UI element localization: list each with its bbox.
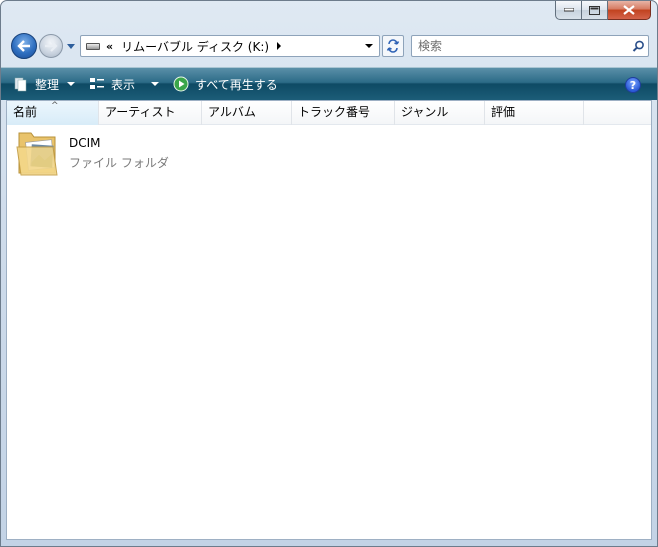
search-input[interactable] [412,37,628,55]
refresh-icon [386,39,400,53]
command-toolbar: 整理 表示 すべて再生する ? [1,67,657,100]
column-header-rating[interactable]: 評価 [485,101,584,125]
breadcrumb-removable-disk[interactable]: リムーバブル ディスク (K:) [121,38,269,55]
column-header-name[interactable]: 名前 ^ [7,101,99,125]
file-list-view: 名前 ^ アーティスト アルバム トラック番号 ジャンル 評価 DCIM ファイ… [6,100,652,540]
back-arrow-icon [17,40,30,52]
item-name: DCIM [69,136,101,150]
search-icon[interactable] [628,40,648,53]
column-header-artist[interactable]: アーティスト [99,101,202,125]
chevron-down-icon [151,82,160,86]
help-icon[interactable]: ? [625,77,641,93]
folder-icon [15,127,63,176]
view-label: 表示 [111,77,136,92]
organize-button[interactable]: 整理 [13,73,76,95]
column-label-track-number: トラック番号 [298,105,371,119]
item-type: ファイル フォルダ [69,156,169,170]
close-icon [623,5,635,15]
play-all-label: すべて再生する [195,77,278,92]
forward-button[interactable] [39,34,63,58]
column-label-album: アルバム [208,105,256,119]
caption-buttons [555,1,651,20]
minimize-button[interactable] [555,1,582,20]
refresh-button[interactable] [382,35,404,57]
organize-label: 整理 [35,77,60,92]
column-label-artist: アーティスト [105,105,176,119]
breadcrumb-arrow-icon[interactable] [277,42,282,50]
address-overflow-chevron[interactable]: « [106,40,113,53]
forward-arrow-icon [45,40,58,52]
column-label-rating: 評価 [491,105,516,119]
search-box [411,35,649,57]
minimize-icon [563,8,574,12]
address-bar[interactable]: « リムーバブル ディスク (K:) [80,35,380,57]
list-item[interactable]: DCIM ファイル フォルダ [15,127,215,183]
navigation-bar: « リムーバブル ディスク (K:) [1,31,657,63]
play-icon [173,76,189,92]
removable-drive-icon [86,42,100,50]
play-all-button[interactable]: すべて再生する [173,73,278,95]
explorer-window: « リムーバブル ディスク (K:) 整理 [0,0,658,547]
maximize-button[interactable] [582,1,608,20]
column-label-name: 名前 [13,105,38,119]
column-header-genre[interactable]: ジャンル [395,101,485,125]
recent-pages-dropdown[interactable] [67,44,75,49]
column-label-genre: ジャンル [401,105,449,119]
column-header-track-number[interactable]: トラック番号 [292,101,395,125]
maximize-icon [589,5,600,15]
view-button[interactable]: 表示 [89,73,160,95]
column-header-album[interactable]: アルバム [202,101,292,125]
address-dropdown-icon[interactable] [365,44,373,48]
chevron-down-icon [67,82,76,86]
column-header-row: 名前 ^ アーティスト アルバム トラック番号 ジャンル 評価 [7,101,651,125]
organize-icon [14,77,27,92]
back-button[interactable] [11,33,37,59]
view-icon [90,78,105,89]
sort-ascending-icon: ^ [51,101,59,111]
close-button[interactable] [608,1,651,20]
